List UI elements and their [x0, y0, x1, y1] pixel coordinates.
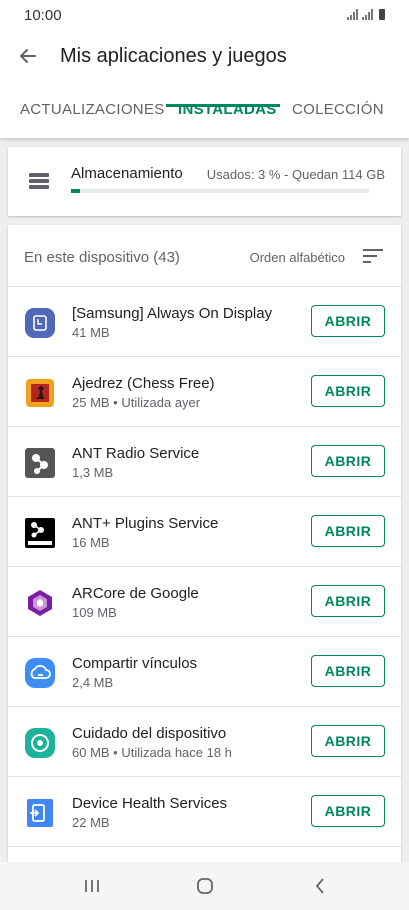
list-header: En este dispositivo (43) Orden alfabétic…	[8, 225, 401, 287]
list-item[interactable]: ANT Radio Service 1,3 MB ABRIR	[8, 427, 401, 497]
sort-label[interactable]: Orden alfabético	[250, 250, 345, 265]
chess-icon	[24, 377, 56, 409]
system-navigation-bar	[0, 862, 409, 910]
signal-icon	[347, 9, 358, 20]
back-arrow-icon[interactable]	[14, 42, 42, 70]
ant-plus-icon	[24, 517, 56, 549]
open-button[interactable]: ABRIR	[311, 515, 385, 547]
app-name: Device Health Services	[72, 795, 228, 812]
list-item[interactable]: [Samsung] Always On Display 41 MB ABRIR	[8, 287, 401, 357]
ant-radio-icon	[24, 447, 56, 479]
open-button[interactable]: ABRIR	[311, 585, 385, 617]
list-item[interactable]: ARCore de Google 109 MB ABRIR	[8, 567, 401, 637]
list-item[interactable]: ANT+ Plugins Service 16 MB ABRIR	[8, 497, 401, 567]
tab-updates[interactable]: ACTUALIZACIONES	[20, 90, 165, 138]
app-meta: 25 MB • Utilizada ayer	[72, 395, 201, 410]
app-meta: 41 MB	[72, 325, 110, 340]
app-name: [Samsung] Always On Display	[72, 305, 273, 322]
status-icons	[347, 9, 385, 20]
app-bar: Mis aplicaciones y juegos ACTUALIZACIONE…	[0, 30, 409, 138]
open-button[interactable]: ABRIR	[311, 795, 385, 827]
app-meta: 109 MB	[72, 605, 117, 620]
app-meta: 16 MB	[72, 535, 110, 550]
open-button[interactable]: ABRIR	[311, 375, 385, 407]
storage-progress-fill	[71, 189, 80, 193]
open-button[interactable]: ABRIR	[311, 305, 385, 337]
signal-icon	[362, 9, 373, 20]
list-item[interactable]: Ajedrez (Chess Free) 25 MB • Utilizada a…	[8, 357, 401, 427]
recent-apps-icon[interactable]	[80, 874, 104, 898]
app-meta: 1,3 MB	[72, 465, 114, 480]
app-name: ARCore de Google	[72, 585, 199, 602]
app-meta: 60 MB • Utilizada hace 18 h	[72, 745, 232, 760]
open-button[interactable]: ABRIR	[311, 655, 385, 687]
list-item[interactable]: Device Health Services 22 MB ABRIR	[8, 777, 401, 847]
app-name: Ajedrez (Chess Free)	[72, 375, 215, 392]
list-item[interactable]: Cuidado del dispositivo 60 MB • Utilizad…	[8, 707, 401, 777]
samsung-aod-icon	[24, 307, 56, 339]
app-name: Compartir vínculos	[72, 655, 198, 672]
status-bar: 10:00	[0, 0, 409, 30]
tab-library[interactable]: COLECCIÓN	[292, 90, 384, 138]
tab-installed[interactable]: INSTALADAS	[178, 90, 277, 138]
open-button[interactable]: ABRIR	[311, 725, 385, 757]
status-time: 10:00	[24, 7, 62, 24]
storage-icon	[29, 173, 49, 191]
storage-progress-bar	[71, 189, 369, 193]
back-icon[interactable]	[308, 874, 332, 898]
storage-card[interactable]: Almacenamiento Usados: 3 % - Quedan 114 …	[8, 147, 401, 216]
link-sharing-icon	[24, 657, 56, 689]
active-tab-indicator	[166, 104, 280, 107]
device-health-icon	[24, 797, 56, 829]
device-care-icon	[24, 727, 56, 759]
battery-icon	[379, 9, 385, 20]
storage-usage: Usados: 3 % - Quedan 114 GB	[206, 167, 385, 182]
app-name: Cuidado del dispositivo	[72, 725, 227, 742]
installed-apps-card: En este dispositivo (43) Orden alfabétic…	[8, 225, 401, 865]
app-meta: 2,4 MB	[72, 675, 114, 690]
app-name: ANT Radio Service	[72, 445, 200, 462]
app-meta: 22 MB	[72, 815, 110, 830]
open-button[interactable]: ABRIR	[311, 445, 385, 477]
list-title: En este dispositivo (43)	[24, 249, 180, 266]
storage-title: Almacenamiento	[71, 165, 183, 182]
home-icon[interactable]	[193, 874, 217, 898]
sort-icon[interactable]	[363, 249, 383, 265]
arcore-icon	[24, 587, 56, 619]
tab-bar: ACTUALIZACIONES INSTALADAS COLECCIÓN	[0, 90, 409, 138]
page-title: Mis aplicaciones y juegos	[60, 45, 287, 67]
list-item[interactable]: Compartir vínculos 2,4 MB ABRIR	[8, 637, 401, 707]
app-name: ANT+ Plugins Service	[72, 515, 219, 532]
